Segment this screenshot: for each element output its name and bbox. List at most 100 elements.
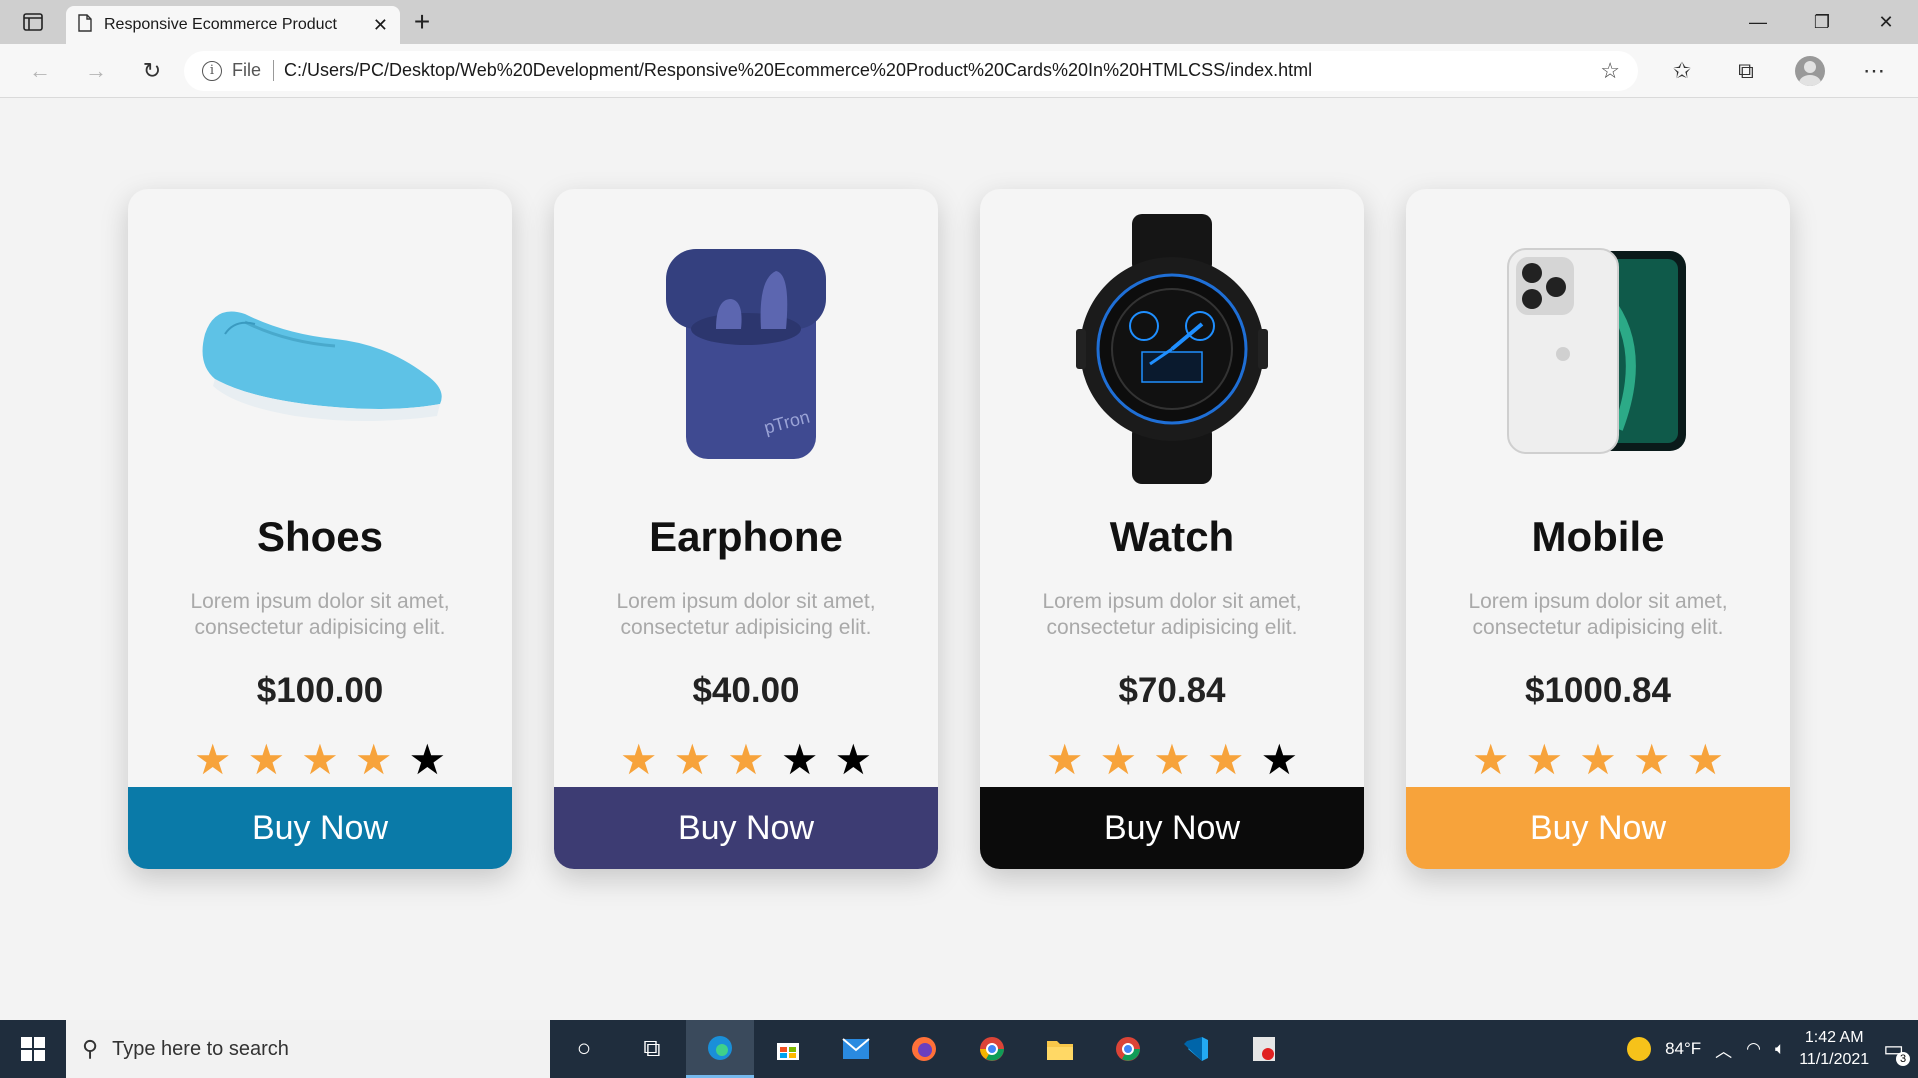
star-filled-icon: ★ (1206, 736, 1245, 783)
buy-now-button[interactable]: Buy Now (980, 787, 1364, 869)
star-filled-icon: ★ (1525, 736, 1564, 783)
star-filled-icon: ★ (673, 736, 712, 783)
minimize-icon[interactable]: — (1726, 0, 1790, 44)
profile-avatar[interactable] (1782, 51, 1838, 91)
star-filled-icon: ★ (247, 736, 286, 783)
star-filled-icon: ★ (619, 736, 658, 783)
rating-stars: ★ ★ ★ ★ ★ (554, 739, 938, 781)
product-card-mobile: Mobile Lorem ipsum dolor sit amet, conse… (1406, 189, 1790, 869)
star-filled-icon: ★ (1579, 736, 1617, 783)
buy-now-button[interactable]: Buy Now (554, 787, 938, 869)
favorites-icon[interactable]: ✩ (1654, 51, 1710, 91)
buy-now-button[interactable]: Buy Now (128, 787, 512, 869)
vscode-icon[interactable] (1162, 1020, 1230, 1078)
star-empty-icon: ★ (408, 736, 447, 783)
clock-time: 1:42 AM (1804, 1029, 1864, 1046)
shoe-image (128, 189, 512, 489)
product-description: Lorem ipsum dolor sit amet, consectetur … (190, 590, 450, 639)
product-description: Lorem ipsum dolor sit amet, consectetur … (616, 590, 876, 639)
rating-stars: ★ ★ ★ ★ ★ (1406, 739, 1790, 781)
product-name: Watch (1109, 513, 1235, 560)
product-name: Mobile (1531, 513, 1665, 560)
notification-count: 3 (1896, 1052, 1910, 1066)
edge-icon[interactable] (686, 1020, 754, 1078)
more-menu-icon[interactable]: ⋯ (1846, 51, 1902, 91)
clock[interactable]: 1:42 AM 11/1/2021 (1799, 1027, 1869, 1071)
star-empty-icon: ★ (1260, 736, 1299, 783)
product-description: Lorem ipsum dolor sit amet, consectetur … (1042, 590, 1302, 639)
page-icon (78, 13, 92, 37)
collections-icon[interactable]: ⧉ (1718, 51, 1774, 91)
star-filled-icon: ★ (1632, 736, 1671, 783)
product-price: $70.84 (1118, 671, 1226, 710)
task-view-icon[interactable]: ⧉ (618, 1020, 686, 1078)
star-filled-icon: ★ (301, 736, 339, 783)
close-tab-icon[interactable]: ✕ (373, 15, 388, 36)
product-price: $40.00 (692, 671, 800, 710)
mail-icon[interactable] (822, 1020, 890, 1078)
mobile-image (1406, 189, 1790, 489)
star-empty-icon: ★ (834, 736, 873, 783)
windows-start-icon[interactable] (0, 1020, 66, 1078)
add-favorite-icon[interactable]: ☆ (1600, 58, 1620, 84)
search-icon: ⚲ (82, 1036, 99, 1061)
watch-image (980, 189, 1364, 489)
address-bar[interactable]: i File C:/Users/PC/Desktop/Web%20Develop… (184, 50, 1638, 91)
earphone-image: pTron (554, 189, 938, 489)
star-filled-icon: ★ (193, 736, 232, 783)
new-tab-button[interactable]: + (400, 0, 444, 44)
rating-stars: ★ ★ ★ ★ ★ (980, 739, 1364, 781)
buy-now-button[interactable]: Buy Now (1406, 787, 1790, 869)
star-filled-icon: ★ (1153, 736, 1191, 783)
star-filled-icon: ★ (354, 736, 393, 783)
chrome-profile-icon[interactable] (1094, 1020, 1162, 1078)
browser-toolbar: ← → ↻ i File C:/Users/PC/Desktop/Web%20D… (0, 44, 1918, 98)
browser-tab[interactable]: Responsive Ecommerce Product ✕ (66, 6, 400, 44)
star-empty-icon: ★ (780, 736, 819, 783)
product-card-shoes: Shoes Lorem ipsum dolor sit amet, consec… (128, 189, 512, 869)
file-label: File (232, 60, 275, 81)
refresh-icon[interactable]: ↻ (128, 51, 176, 91)
product-description: Lorem ipsum dolor sit amet, consectetur … (1468, 590, 1728, 639)
tab-actions-icon[interactable] (0, 0, 66, 44)
rating-stars: ★ ★ ★ ★ ★ (128, 739, 512, 781)
product-card-earphone: pTron Earphone Lorem ipsum dolor sit ame… (554, 189, 938, 869)
weather-temp[interactable]: 84°F (1665, 1039, 1701, 1059)
forward-icon[interactable]: → (72, 51, 120, 91)
product-price: $1000.84 (1525, 671, 1671, 710)
cortana-icon[interactable]: ○ (550, 1020, 618, 1078)
product-name: Shoes (256, 513, 384, 560)
store-icon[interactable] (754, 1020, 822, 1078)
info-icon[interactable]: i (202, 60, 222, 81)
product-card-watch: Watch Lorem ipsum dolor sit amet, consec… (980, 189, 1364, 869)
weather-icon[interactable] (1627, 1037, 1652, 1061)
star-filled-icon: ★ (1045, 736, 1084, 783)
recorder-icon[interactable] (1230, 1020, 1298, 1078)
window-controls: — ❐ ✕ (1726, 0, 1918, 44)
volume-icon[interactable]: 🔈︎ (1775, 1039, 1785, 1059)
notifications-icon[interactable]: ▭ 3 (1883, 1036, 1910, 1066)
file-explorer-icon[interactable] (1026, 1020, 1094, 1078)
close-window-icon[interactable]: ✕ (1854, 0, 1918, 44)
taskbar-search[interactable]: ⚲ Type here to search (66, 1020, 550, 1078)
clock-date: 11/1/2021 (1799, 1051, 1870, 1068)
page-content: Shoes Lorem ipsum dolor sit amet, consec… (0, 99, 1918, 1020)
chrome-icon[interactable] (958, 1020, 1026, 1078)
search-placeholder: Type here to search (112, 1037, 289, 1060)
windows-taskbar: ⚲ Type here to search ○ ⧉ 84°F ︿ ◠ 🔈︎ 1:… (0, 1020, 1918, 1078)
star-filled-icon: ★ (1099, 736, 1138, 783)
tab-title: Responsive Ecommerce Product (104, 16, 337, 33)
system-tray: 84°F ︿ ◠ 🔈︎ 1:42 AM 11/1/2021 ▭ 3 (1627, 1020, 1918, 1078)
network-icon[interactable]: ◠ (1746, 1039, 1761, 1059)
browser-tab-bar: Responsive Ecommerce Product ✕ + (0, 0, 1918, 44)
star-filled-icon: ★ (1471, 736, 1510, 783)
star-filled-icon: ★ (1686, 736, 1725, 783)
product-name: Earphone (649, 513, 843, 560)
star-filled-icon: ★ (727, 736, 765, 783)
back-icon[interactable]: ← (16, 51, 64, 91)
restore-icon[interactable]: ❐ (1790, 0, 1854, 44)
firefox-icon[interactable] (890, 1020, 958, 1078)
product-price: $100.00 (256, 671, 384, 710)
url-text[interactable]: C:/Users/PC/Desktop/Web%20Development/Re… (284, 60, 1590, 81)
chevron-up-icon[interactable]: ︿ (1715, 1037, 1732, 1062)
